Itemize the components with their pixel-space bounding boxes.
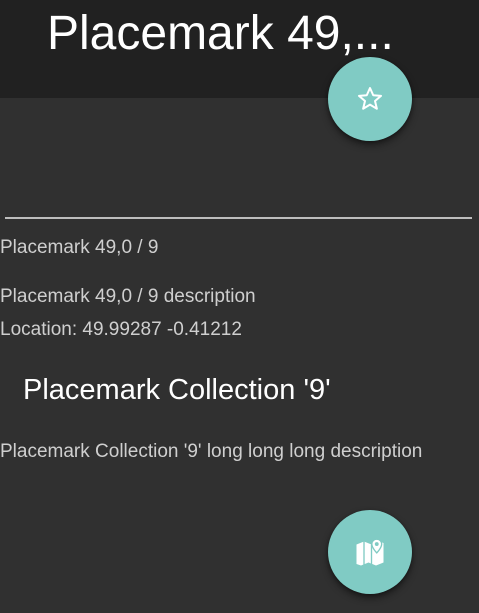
star-outline-icon [355, 84, 385, 114]
show-on-map-fab-button[interactable] [328, 510, 412, 594]
section-divider [5, 217, 472, 219]
favorite-fab-button[interactable] [328, 57, 412, 141]
placemark-description: Placemark 49,0 / 9 description [0, 286, 256, 307]
collection-description: Placemark Collection '9' long long long … [0, 441, 423, 462]
collection-title: Placemark Collection '9' [23, 374, 331, 406]
toolbar-title: Placemark 49,... [47, 7, 394, 60]
placemark-name: Placemark 49,0 / 9 [0, 237, 159, 258]
placemark-location: Location: 49.99287 -0.41212 [0, 319, 242, 340]
map-pin-icon [352, 534, 388, 570]
